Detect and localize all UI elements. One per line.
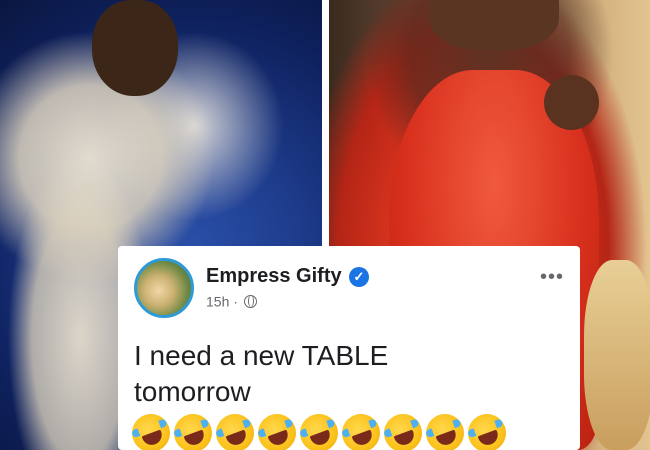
person-hand xyxy=(544,75,599,130)
post-meta: 15h · xyxy=(206,292,257,309)
post-time[interactable]: 15h xyxy=(206,293,229,309)
globe-icon xyxy=(243,294,257,308)
more-options-icon[interactable]: ••• xyxy=(540,267,564,287)
rolling-on-floor-laughing-emoji xyxy=(252,408,302,450)
person-head xyxy=(429,0,559,50)
blonde-hair xyxy=(584,260,650,450)
emoji-row xyxy=(126,408,572,450)
rolling-on-floor-laughing-emoji xyxy=(378,408,428,450)
author-name[interactable]: Empress Gifty xyxy=(206,265,342,288)
author-avatar[interactable] xyxy=(134,258,194,318)
rolling-on-floor-laughing-emoji xyxy=(420,408,470,450)
rolling-on-floor-laughing-emoji xyxy=(168,408,218,450)
rolling-on-floor-laughing-emoji xyxy=(210,408,260,450)
verified-badge-icon: ✓ xyxy=(349,267,369,287)
meta-separator: · xyxy=(233,293,238,310)
rolling-on-floor-laughing-emoji xyxy=(294,408,344,450)
post-text: I need a new TABLE tomorrow xyxy=(134,340,389,407)
person-head xyxy=(92,0,178,96)
rolling-on-floor-laughing-emoji xyxy=(462,408,512,450)
post-card: Empress Gifty ✓ 15h · ••• I need a new T… xyxy=(118,246,580,450)
rolling-on-floor-laughing-emoji xyxy=(126,408,176,450)
rolling-on-floor-laughing-emoji xyxy=(336,408,386,450)
